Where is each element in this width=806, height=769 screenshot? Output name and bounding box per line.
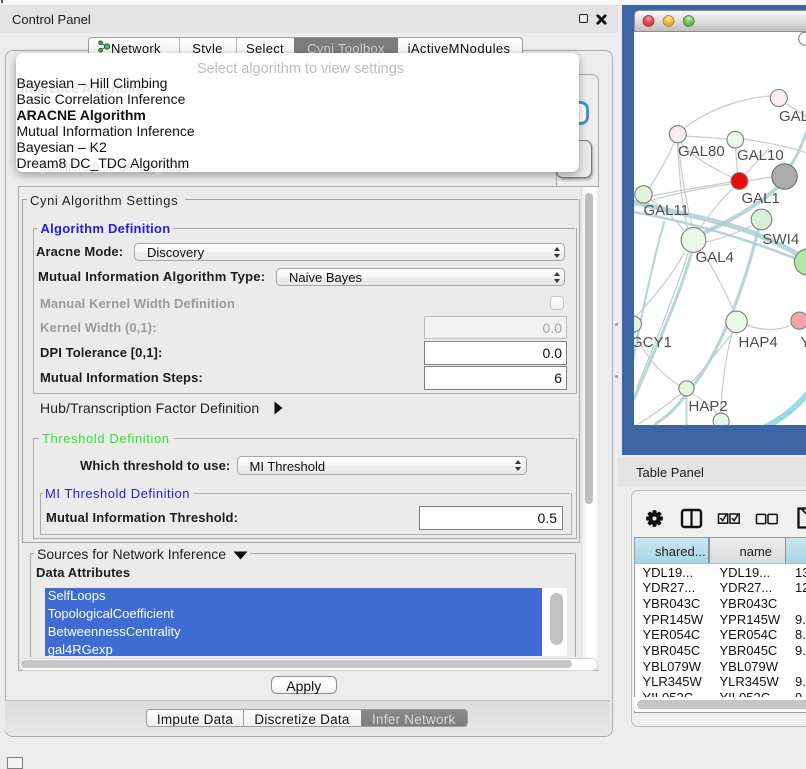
svg-text:HAP2: HAP2 [688,398,727,415]
svg-text:GAL10: GAL10 [737,147,784,164]
svg-text:GCY1: GCY1 [634,334,672,351]
svg-text:HAP4: HAP4 [738,334,777,351]
svg-text:GAL1: GAL1 [741,190,779,207]
svg-text:SWI4: SWI4 [762,231,799,248]
svg-text:GAL: GAL [779,108,806,125]
svg-text:GAL4: GAL4 [695,249,733,266]
svg-text:GAL80: GAL80 [678,143,725,160]
svg-text:Y: Y [800,334,806,351]
svg-text:GAL11: GAL11 [643,202,689,219]
